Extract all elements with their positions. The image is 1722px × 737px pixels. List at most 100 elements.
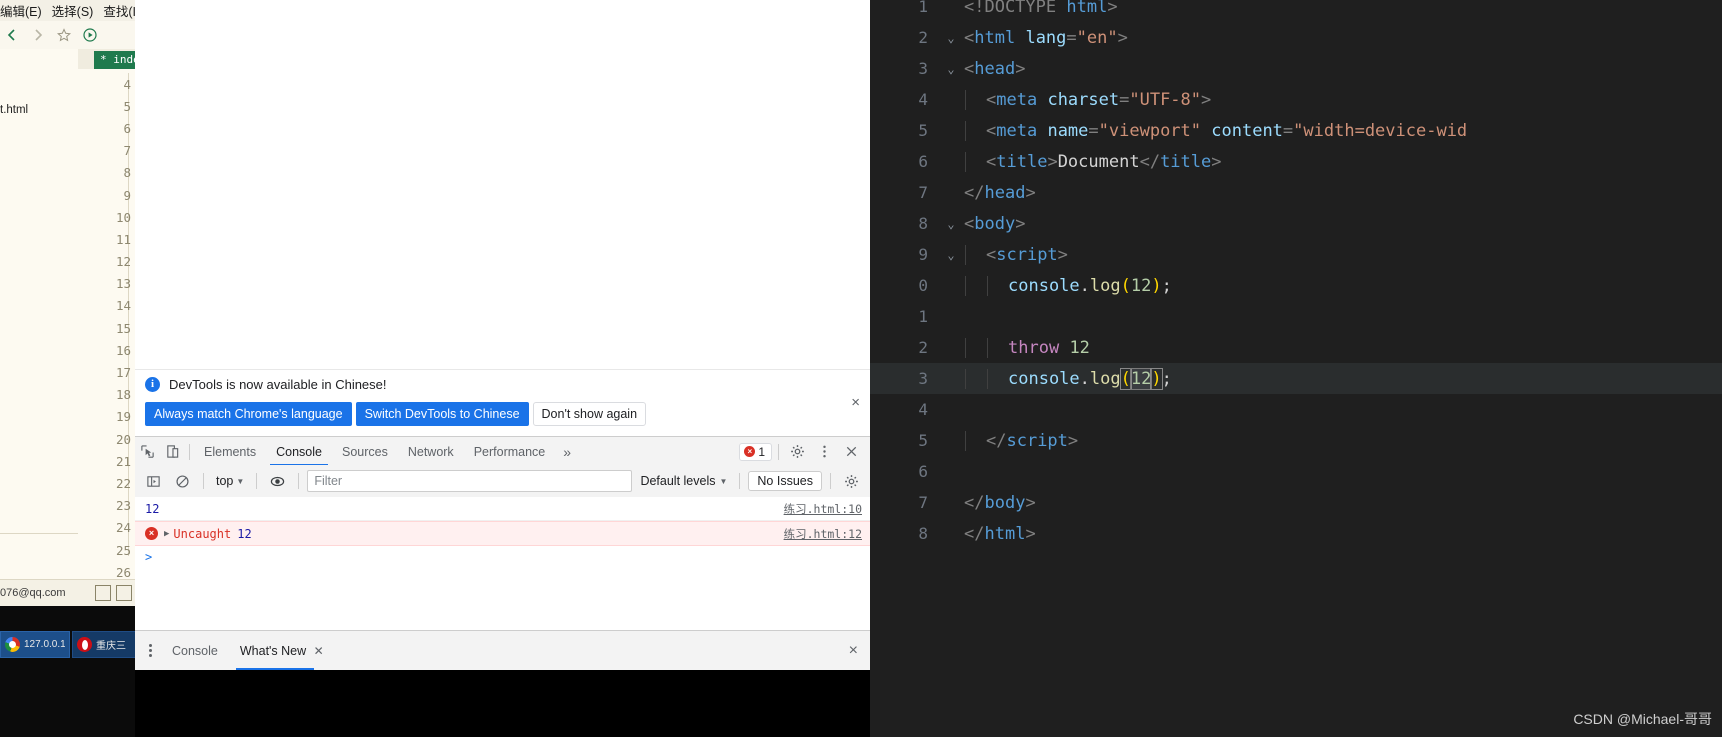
- project-file-item[interactable]: t.html: [0, 104, 28, 116]
- forward-arrow-icon[interactable]: [30, 27, 46, 43]
- menu-item-find[interactable]: 查找(I): [103, 1, 135, 20]
- clear-console-icon[interactable]: [170, 469, 195, 493]
- live-expression-icon[interactable]: [265, 469, 290, 493]
- code-line[interactable]: 6 <title>Document</title>: [870, 146, 1722, 177]
- editor-tab-index[interactable]: * inde: [94, 51, 135, 69]
- more-vertical-icon[interactable]: [812, 440, 837, 464]
- code-line[interactable]: 2 throw 12: [870, 332, 1722, 363]
- indent-guide: [965, 430, 966, 451]
- project-pane[interactable]: t.html: [0, 49, 79, 580]
- code-token: =: [1119, 89, 1130, 110]
- console-prompt-row[interactable]: >: [135, 546, 870, 568]
- taskbar-item-1[interactable]: 127.0.0.1...: [0, 631, 70, 658]
- tab-console[interactable]: Console: [266, 438, 332, 466]
- chevron-down-fold-icon[interactable]: ⌄: [938, 31, 964, 45]
- code-token: charset: [1047, 89, 1120, 110]
- code-line[interactable]: 8 ⌄ <body>: [870, 208, 1722, 239]
- run-icon[interactable]: [82, 27, 98, 43]
- code-line[interactable]: 3 ⌄ <head>: [870, 53, 1722, 84]
- code-line[interactable]: 7 </body>: [870, 487, 1722, 518]
- more-tabs-icon[interactable]: »: [555, 444, 579, 460]
- close-icon[interactable]: [839, 440, 864, 464]
- tab-sources[interactable]: Sources: [332, 438, 398, 466]
- code-line[interactable]: 5 </script>: [870, 425, 1722, 456]
- switch-to-chinese-button[interactable]: Switch DevTools to Chinese: [355, 402, 529, 426]
- code-line[interactable]: 8 </html>: [870, 518, 1722, 549]
- console-filter-input[interactable]: [307, 470, 633, 492]
- code-line[interactable]: 3 console.log(12);: [870, 363, 1722, 394]
- issues-button[interactable]: No Issues: [748, 471, 822, 491]
- inspect-element-icon[interactable]: [135, 440, 160, 464]
- taskbar-item-label: 127.0.0.1...: [24, 639, 65, 650]
- chevron-down-fold-icon[interactable]: ⌄: [938, 217, 964, 231]
- code-token: (: [1120, 275, 1131, 296]
- editor-line-row: 25: [78, 539, 135, 561]
- drawer-more-icon[interactable]: [143, 644, 158, 657]
- indent-guide: [965, 89, 966, 110]
- drawer-tab-close-icon[interactable]: ✕: [314, 644, 324, 658]
- menu-item-edit[interactable]: 编辑(E): [0, 1, 42, 20]
- code-token: content: [1211, 120, 1283, 141]
- execution-context-selector[interactable]: top ▼: [212, 474, 248, 488]
- editor-line-number: 11: [115, 231, 131, 247]
- tab-network[interactable]: Network: [398, 438, 464, 466]
- editor-menubar: 编辑(E) 选择(S) 查找(I) 跳转: [0, 0, 135, 21]
- screen-root: 编辑(E) 选择(S) 查找(I) 跳转 t.html: [0, 0, 1722, 737]
- code-line[interactable]: 4 <meta charset="UTF-8">: [870, 84, 1722, 115]
- console-output[interactable]: 12 练习.html:10 × ▶ Uncaught 12 练习.html:12…: [135, 497, 870, 631]
- code-token: Document: [1057, 151, 1140, 172]
- console-settings-gear-icon[interactable]: [839, 469, 864, 493]
- drawer-tab-whats-new[interactable]: What's New ✕: [232, 632, 332, 670]
- console-error-source-link[interactable]: 练习.html:12: [784, 526, 862, 542]
- code-line[interactable]: 9 ⌄ <script>: [870, 239, 1722, 270]
- taskbar-item-2[interactable]: 重庆三: [72, 631, 142, 658]
- drawer-close-icon[interactable]: ×: [849, 642, 862, 660]
- editor-line-row: 21: [78, 450, 135, 472]
- always-match-language-button[interactable]: Always match Chrome's language: [145, 402, 352, 426]
- code-line[interactable]: 1: [870, 301, 1722, 332]
- notification-close-icon[interactable]: ×: [851, 395, 860, 410]
- code-token: body: [974, 213, 1016, 234]
- filterbar-divider-2: [256, 473, 258, 489]
- code-line[interactable]: 0 console.log(12);: [870, 270, 1722, 301]
- console-sidebar-icon[interactable]: [141, 469, 166, 493]
- code-line[interactable]: 7 </head>: [870, 177, 1722, 208]
- code-line[interactable]: 5 <meta name="viewport" content="width=de…: [870, 115, 1722, 146]
- editor-line-number: 6: [123, 120, 131, 136]
- code-line[interactable]: 6: [870, 456, 1722, 487]
- chevron-down-fold-icon[interactable]: ⌄: [938, 62, 964, 76]
- list-icon[interactable]: [95, 585, 111, 601]
- code-line[interactable]: 1 <!DOCTYPE html>: [870, 0, 1722, 22]
- tab-elements[interactable]: Elements: [194, 438, 266, 466]
- code-token: throw: [1008, 337, 1060, 358]
- dont-show-again-button[interactable]: Don't show again: [532, 402, 647, 426]
- device-toolbar-icon[interactable]: [160, 440, 185, 464]
- tab-performance[interactable]: Performance: [464, 438, 556, 466]
- editor-line-number: 19: [115, 409, 131, 425]
- code-line[interactable]: 4: [870, 394, 1722, 425]
- notification-text: DevTools is now available in Chinese!: [169, 377, 387, 392]
- back-arrow-icon[interactable]: [4, 27, 20, 43]
- gear-icon[interactable]: [785, 440, 810, 464]
- terminal-icon[interactable]: [116, 585, 132, 601]
- indent-guide: [965, 275, 966, 296]
- menu-item-select[interactable]: 选择(S): [52, 1, 94, 20]
- console-error-row[interactable]: × ▶ Uncaught 12 练习.html:12: [135, 521, 870, 546]
- opera-icon: [77, 637, 92, 652]
- editor-tabstrip: * inde: [78, 49, 135, 69]
- expand-triangle-icon[interactable]: ▶: [164, 529, 169, 539]
- code-editor-window: 编辑(E) 选择(S) 查找(I) 跳转 t.html: [0, 0, 135, 606]
- console-log-row[interactable]: 12 练习.html:10: [135, 497, 870, 521]
- code-token: <: [964, 213, 975, 234]
- error-count-badge[interactable]: × 1: [739, 442, 772, 461]
- windows-taskbar: 127.0.0.1... 重庆三: [0, 606, 142, 737]
- drawer-tab-console[interactable]: Console: [164, 632, 226, 670]
- code-line[interactable]: 2 ⌄ <html lang="en">: [870, 22, 1722, 53]
- log-levels-selector[interactable]: Default levels ▼: [636, 474, 731, 488]
- star-icon[interactable]: [56, 27, 72, 43]
- chevron-down-fold-icon[interactable]: ⌄: [938, 248, 964, 262]
- console-log-source-link[interactable]: 练习.html:10: [784, 501, 862, 517]
- source-code-viewer[interactable]: 1 <!DOCTYPE html> 2 ⌄ <html lang="en"> 3 ⌄ <hea…: [870, 0, 1722, 737]
